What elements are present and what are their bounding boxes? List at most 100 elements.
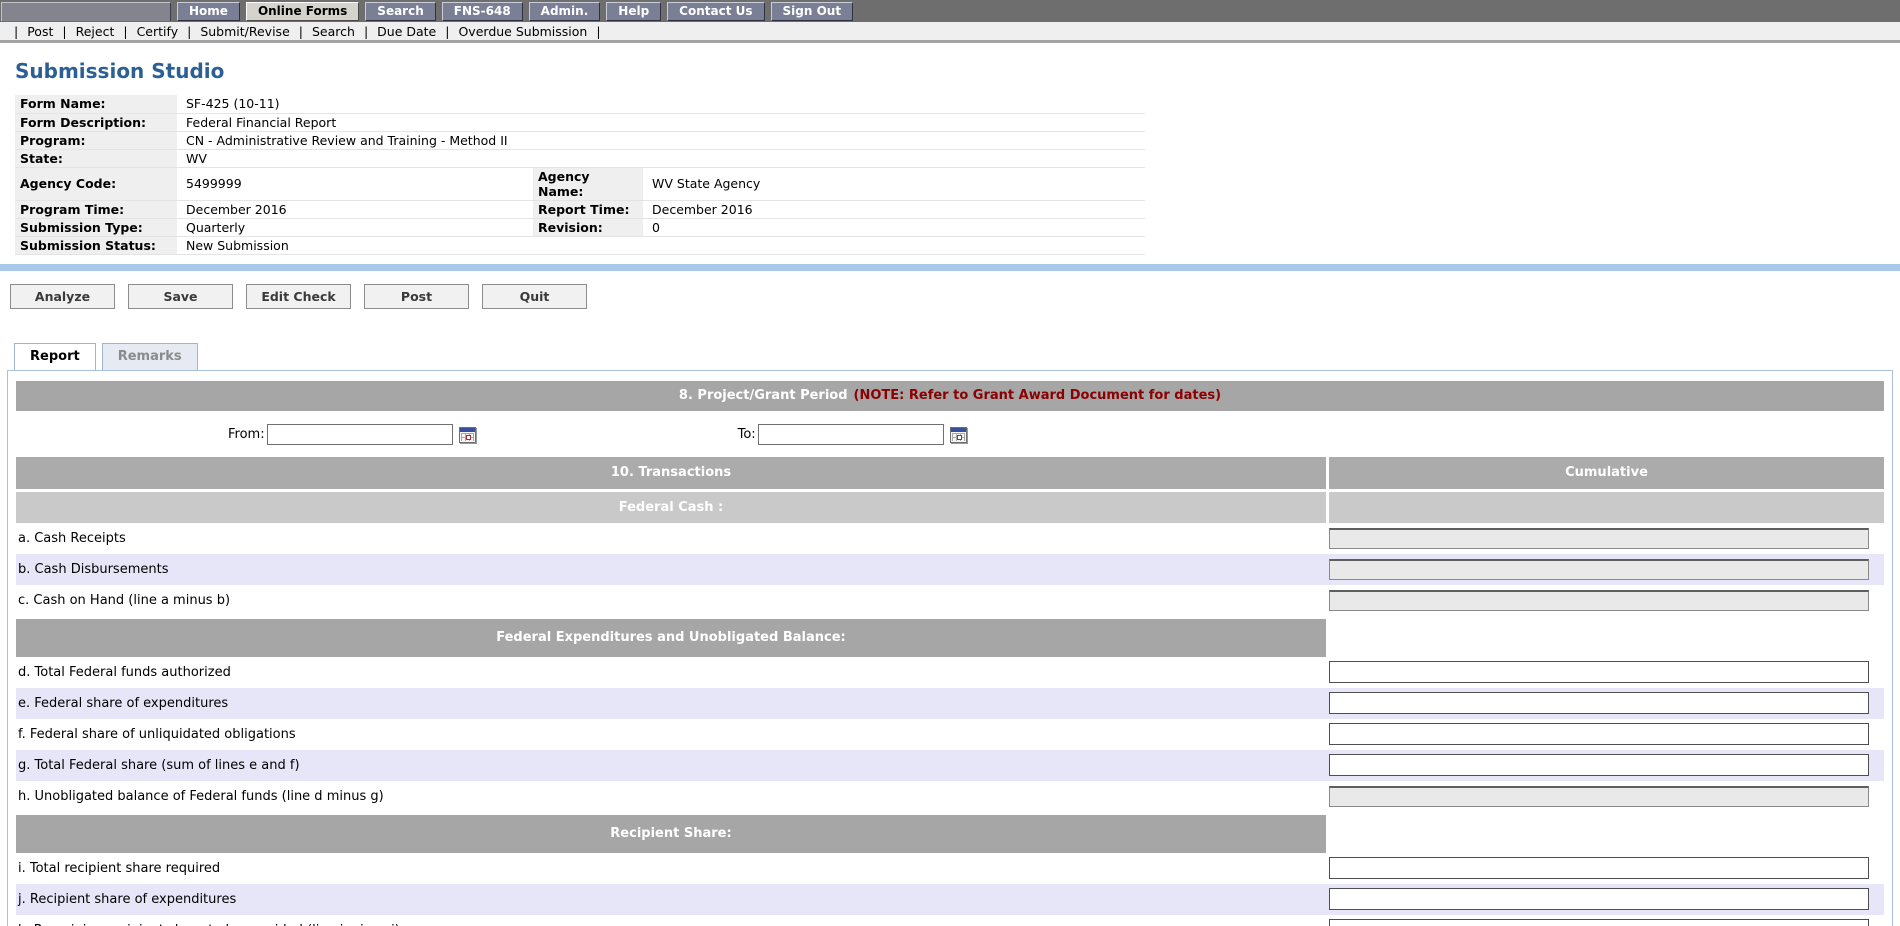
row-label-i: i. Total recipient share required bbox=[18, 861, 220, 876]
details-row: Program:CN - Administrative Review and T… bbox=[15, 131, 1145, 149]
details-value-agency-name: WV State Agency bbox=[643, 167, 1145, 200]
cumulative-input-g[interactable] bbox=[1329, 754, 1869, 776]
row-label-cell: e. Federal share of expenditures bbox=[16, 696, 1326, 711]
report-panel: 8. Project/Grant Period (NOTE: Refer to … bbox=[7, 370, 1893, 926]
transaction-row-f: f. Federal share of unliquidated obligat… bbox=[16, 719, 1884, 750]
cumulative-input-f[interactable] bbox=[1329, 723, 1869, 745]
topnav-item-admin[interactable]: Admin. bbox=[529, 2, 601, 21]
separator-pipe: | bbox=[364, 24, 368, 39]
section-header-cumulative-cell bbox=[1329, 619, 1884, 657]
calendar-icon[interactable] bbox=[950, 427, 967, 443]
row-input-cell bbox=[1329, 723, 1884, 745]
details-row: Form Name:SF-425 (10-11) bbox=[15, 95, 1145, 113]
separator-pipe: | bbox=[62, 24, 66, 39]
nav-lead-segment bbox=[1, 2, 171, 21]
topnav-item-help[interactable]: Help bbox=[606, 2, 661, 21]
transaction-row-e: e. Federal share of expenditures bbox=[16, 688, 1884, 719]
details-label-report-time: Report Time: bbox=[533, 200, 643, 218]
section-header-label: Federal Expenditures and Unobligated Bal… bbox=[16, 619, 1326, 657]
details-label-form-description: Form Description: bbox=[15, 113, 177, 131]
topnav-item-sign-out[interactable]: Sign Out bbox=[771, 2, 854, 21]
details-row: Submission Type:QuarterlyRevision:0 bbox=[15, 218, 1145, 236]
calendar-icon-header bbox=[460, 428, 475, 432]
row-input-cell bbox=[1329, 919, 1884, 926]
to-label: To: bbox=[738, 427, 756, 442]
project-grant-period-header: 8. Project/Grant Period (NOTE: Refer to … bbox=[16, 381, 1884, 411]
row-label-cell: g. Total Federal share (sum of lines e a… bbox=[16, 758, 1326, 773]
submission-details-table: Form Name:SF-425 (10-11)Form Description… bbox=[15, 95, 1145, 255]
row-input-cell bbox=[1329, 559, 1884, 580]
cumulative-input-e[interactable] bbox=[1329, 692, 1869, 714]
row-label-cell: k. Remaining recipient share to be provi… bbox=[16, 923, 1326, 926]
actionbar-item-submit-revise[interactable]: Submit/Revise bbox=[200, 24, 289, 39]
details-label-revision: Revision: bbox=[533, 218, 643, 236]
section-header-cumulative-cell bbox=[1329, 815, 1884, 853]
cumulative-input-k[interactable] bbox=[1329, 919, 1869, 926]
row-label-d: d. Total Federal funds authorized bbox=[18, 665, 231, 680]
separator-pipe: | bbox=[299, 24, 303, 39]
row-input-cell bbox=[1329, 528, 1884, 549]
from-date-input[interactable] bbox=[267, 424, 453, 445]
topnav-item-contact-us[interactable]: Contact Us bbox=[667, 2, 764, 21]
actionbar-item-overdue-submission[interactable]: Overdue Submission bbox=[458, 24, 587, 39]
analyze-button[interactable]: Analyze bbox=[10, 284, 115, 309]
cumulative-input-b bbox=[1329, 559, 1869, 580]
topnav-item-online-forms[interactable]: Online Forms bbox=[246, 2, 359, 21]
row-input-cell bbox=[1329, 590, 1884, 611]
calendar-icon-header bbox=[951, 428, 966, 432]
section-header-federal-cash: Federal Cash : bbox=[16, 492, 1884, 523]
cumulative-input-i[interactable] bbox=[1329, 857, 1869, 879]
section-header-label: Federal Cash : bbox=[16, 492, 1326, 523]
row-input-cell bbox=[1329, 661, 1884, 683]
to-date-input[interactable] bbox=[758, 424, 944, 445]
details-label-agency-code: Agency Code: bbox=[15, 167, 177, 200]
details-label-agency-name: Agency Name: bbox=[533, 167, 643, 200]
transaction-row-k: k. Remaining recipient share to be provi… bbox=[16, 915, 1884, 926]
details-value-state: WV bbox=[177, 149, 1145, 167]
save-button[interactable]: Save bbox=[128, 284, 233, 309]
calendar-icon[interactable] bbox=[459, 427, 476, 443]
details-row: Program Time:December 2016Report Time:De… bbox=[15, 200, 1145, 218]
details-value-submission-type: Quarterly bbox=[177, 218, 533, 236]
row-label-c: c. Cash on Hand (line a minus b) bbox=[18, 593, 230, 608]
row-label-cell: c. Cash on Hand (line a minus b) bbox=[16, 593, 1326, 608]
details-row: State:WV bbox=[15, 149, 1145, 167]
details-value-program-time: December 2016 bbox=[177, 200, 533, 218]
details-value-agency-code: 5499999 bbox=[177, 167, 533, 200]
row-label-a: a. Cash Receipts bbox=[18, 531, 126, 546]
row-label-h: h. Unobligated balance of Federal funds … bbox=[18, 789, 384, 804]
tab-report[interactable]: Report bbox=[14, 343, 96, 370]
actionbar-item-search[interactable]: Search bbox=[312, 24, 355, 39]
actionbar-item-certify[interactable]: Certify bbox=[137, 24, 179, 39]
cumulative-column-header: Cumulative bbox=[1329, 457, 1884, 489]
row-label-cell: a. Cash Receipts bbox=[16, 531, 1326, 546]
cumulative-input-d[interactable] bbox=[1329, 661, 1869, 683]
topnav-item-home[interactable]: Home bbox=[177, 2, 240, 21]
top-navigation: Home Online Forms Search FNS-648 Admin. Help C… bbox=[0, 0, 1900, 22]
topnav-item-fns-648[interactable]: FNS-648 bbox=[442, 2, 523, 21]
row-label-e: e. Federal share of expenditures bbox=[18, 696, 228, 711]
actionbar-item-post[interactable]: Post bbox=[27, 24, 53, 39]
period-header-title: 8. Project/Grant Period bbox=[679, 388, 848, 403]
actionbar-item-reject[interactable]: Reject bbox=[76, 24, 115, 39]
separator-pipe: | bbox=[14, 24, 18, 39]
separator-pipe: | bbox=[445, 24, 449, 39]
edit-check-button[interactable]: Edit Check bbox=[246, 284, 351, 309]
section-header-cumulative-cell bbox=[1329, 492, 1884, 523]
separator-pipe: | bbox=[596, 24, 600, 39]
row-input-cell bbox=[1329, 692, 1884, 714]
cumulative-input-c bbox=[1329, 590, 1869, 611]
row-label-f: f. Federal share of unliquidated obligat… bbox=[18, 727, 296, 742]
post-button[interactable]: Post bbox=[364, 284, 469, 309]
actionbar-item-due-date[interactable]: Due Date bbox=[377, 24, 436, 39]
separator-pipe: | bbox=[187, 24, 191, 39]
topnav-item-search[interactable]: Search bbox=[365, 2, 435, 21]
blue-divider-bar bbox=[0, 264, 1900, 271]
quit-button[interactable]: Quit bbox=[482, 284, 587, 309]
transaction-row-b: b. Cash Disbursements bbox=[16, 554, 1884, 585]
cumulative-input-j[interactable] bbox=[1329, 888, 1869, 910]
tab-remarks[interactable]: Remarks bbox=[102, 343, 198, 370]
transactions-header-row: 10. Transactions Cumulative bbox=[16, 457, 1884, 489]
details-value-report-time: December 2016 bbox=[643, 200, 1145, 218]
details-label-program: Program: bbox=[15, 131, 177, 149]
